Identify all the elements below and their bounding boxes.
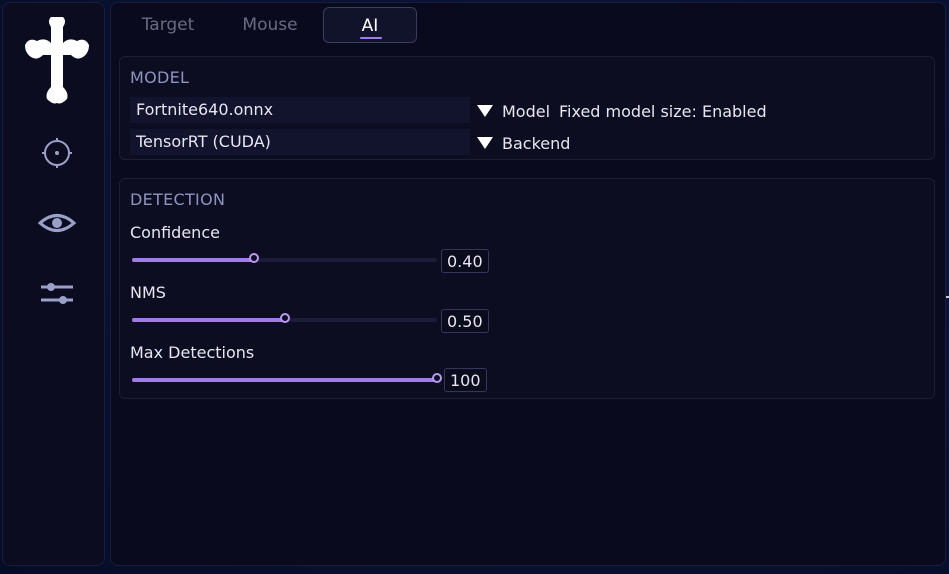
slider-label-nms: NMS [130,283,166,302]
tab-ai-label: AI [361,16,379,36]
max-detections-value-box[interactable]: 100 [444,368,487,392]
tab-target[interactable]: Target [121,7,215,43]
sidebar-item-target[interactable] [37,135,77,171]
crosshair-icon [42,138,72,168]
active-tab-indicator [360,37,382,39]
model-panel: MODEL Fortnite640.onnx Model Fixed model… [119,56,935,160]
model-select[interactable]: Fortnite640.onnx [130,97,470,123]
confidence-slider-thumb[interactable] [249,253,259,263]
nms-slider[interactable] [132,313,437,323]
eye-icon [37,214,77,232]
sidebar [2,2,105,566]
nms-value-box[interactable]: 0.50 [441,309,489,333]
nms-slider-fill [132,318,285,322]
sidebar-item-settings[interactable] [37,275,77,311]
tab-bar: Target Mouse AI [111,3,945,49]
fixed-model-size-text: Fixed model size: Enabled [559,102,767,121]
cross-logo [25,17,89,104]
tab-ai[interactable]: AI [323,7,417,43]
backend-dropdown-arrow-icon[interactable] [477,137,493,149]
sliders-icon [41,283,73,304]
slider-label-confidence: Confidence [130,223,220,242]
detection-panel: DETECTION Confidence 0.40 NMS 0.50 Max D… [119,178,935,399]
confidence-slider[interactable] [132,253,437,263]
max-detections-slider-fill [132,378,437,382]
backend-select[interactable]: TensorRT (CUDA) [130,129,470,155]
main-panel: Target Mouse AI MODEL Fortnite640.onnx M… [110,2,946,566]
max-detections-slider[interactable] [132,373,442,383]
backend-label: Backend [502,134,571,153]
sidebar-item-visuals[interactable] [37,205,77,241]
section-title-model: MODEL [130,68,190,87]
model-label: Model [502,102,551,121]
slider-label-max-detections: Max Detections [130,343,255,362]
confidence-value-box[interactable]: 0.40 [441,249,489,273]
model-dropdown-arrow-icon[interactable] [477,105,493,117]
max-detections-slider-thumb[interactable] [432,373,442,383]
section-title-detection: DETECTION [130,190,226,209]
nms-slider-thumb[interactable] [279,313,290,323]
tab-mouse[interactable]: Mouse [223,7,317,43]
confidence-slider-fill [132,258,254,262]
